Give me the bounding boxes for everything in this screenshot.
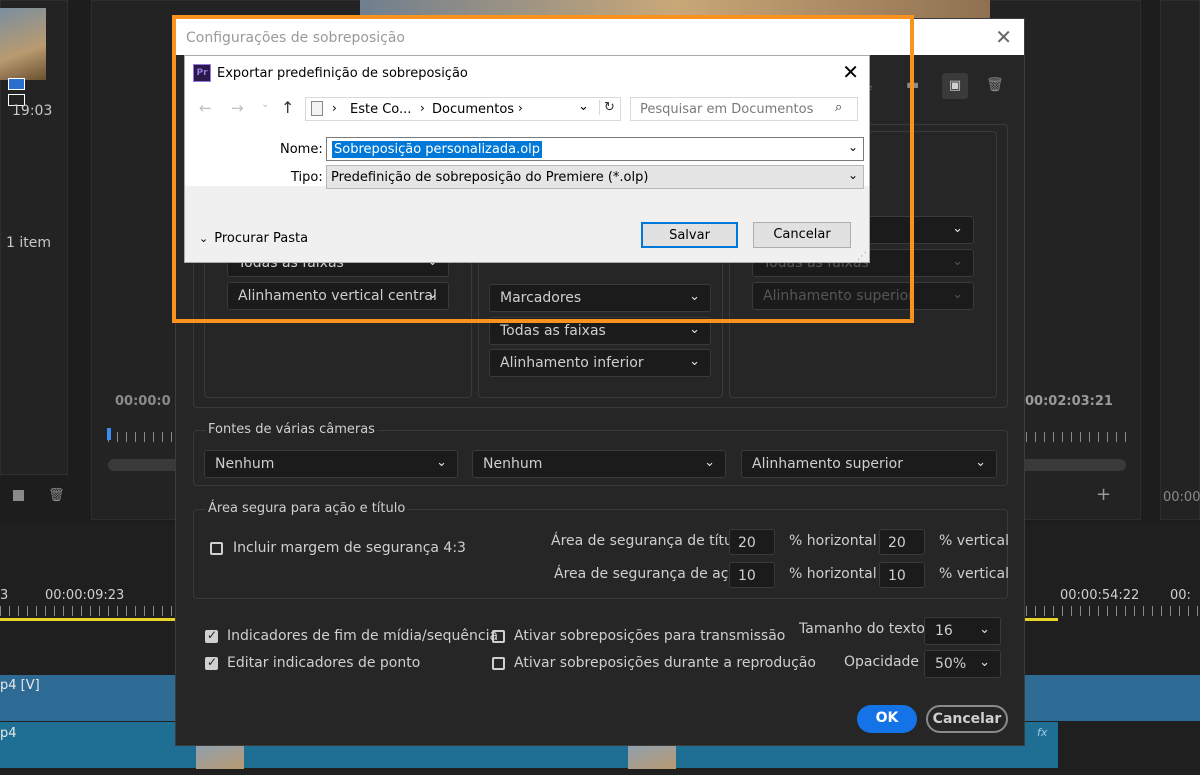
playback-label: Ativar sobreposições durante a reproduçã… (514, 655, 816, 671)
fx-badge[interactable]: fx (1037, 726, 1047, 739)
chevron-down-icon: ⌄ (689, 322, 700, 337)
opacity-label: Opacidade (844, 654, 920, 670)
chevron-down-icon: ⌄ (952, 287, 963, 302)
include-43-checkbox[interactable] (210, 542, 223, 555)
chevron-down-icon: ⌄ (952, 254, 963, 269)
multicam-select-1[interactable]: Nenhum ⌄ (204, 450, 458, 478)
items-count: 1 item (6, 235, 51, 251)
new-bin-icon[interactable] (13, 490, 24, 501)
timecode-far-right: 00:00: (1163, 490, 1200, 505)
chevron-down-icon: ⌄ (979, 655, 990, 670)
chevron-down-icon: ⌄ (704, 455, 715, 470)
select-value: Nenhum (483, 456, 543, 472)
right-panel (1160, 0, 1200, 520)
chevron-down-icon: ⌄ (436, 455, 447, 470)
select-value: 16 (935, 623, 953, 639)
annotation-highlight (172, 15, 914, 323)
delete-preset-icon[interactable]: 🗑 (986, 77, 1004, 93)
clip-duration: 19:03 (12, 103, 53, 119)
edit-indicators-checkbox[interactable] (205, 655, 218, 670)
multicam-select-3[interactable]: Alinhamento superior ⌄ (741, 450, 997, 478)
select-value: Alinhamento inferior (500, 355, 644, 371)
timeline-tc-b: 00:00:09:23 (45, 588, 125, 603)
broadcast-checkbox[interactable] (492, 630, 505, 643)
timeline-tc-d: 00: (1170, 588, 1191, 603)
title-safe-h-input[interactable]: 20 (729, 529, 775, 555)
multicam-label: Fontes de várias câmeras (206, 422, 377, 437)
select-value: Alinhamento superior (752, 456, 903, 472)
clip-badges (8, 78, 46, 106)
select-value: 50% (935, 656, 967, 672)
action-h-unit: % horizontal (789, 566, 877, 582)
clip-thumb-2 (628, 745, 676, 769)
add-button-icon[interactable]: + (1096, 484, 1111, 505)
chevron-down-icon: ⌄ (952, 221, 963, 236)
clip-thumb-1 (196, 745, 244, 769)
action-safe-h-input[interactable]: 10 (729, 562, 775, 588)
select-value: Nenhum (215, 456, 275, 472)
playback-checkbox[interactable] (492, 657, 505, 670)
safe-area-label: Área segura para ação e título (206, 501, 408, 516)
track-label-audio: p4 (0, 726, 17, 741)
clip-thumbnail[interactable] (0, 8, 46, 80)
action-safe-v-input[interactable]: 10 (879, 562, 925, 588)
ok-button[interactable]: OK (857, 705, 917, 733)
broadcast-label: Ativar sobreposições para transmissão (514, 628, 786, 644)
select-value: Todas as faixas (500, 323, 606, 339)
trash-icon[interactable]: 🗑 (48, 488, 65, 503)
text-size-label: Tamanho do texto (799, 621, 925, 637)
edit-indicators-label: Editar indicadores de ponto (227, 655, 421, 671)
action-safe-label: Área de segurança de ação (554, 566, 746, 582)
end-indicators-label: Indicadores de fim de mídia/sequência (227, 628, 499, 644)
opacity-select[interactable]: 50% ⌄ (924, 650, 1001, 678)
save-preset-icon[interactable]: ▣ (942, 73, 968, 99)
text-size-select[interactable]: 16 ⌄ (924, 617, 1001, 645)
end-indicators-checkbox[interactable] (205, 628, 218, 643)
track-label-video: p4 [V] (0, 678, 40, 693)
align-select-col2[interactable]: Alinhamento inferior ⌄ (489, 349, 711, 377)
cancel-button[interactable]: Cancelar (926, 705, 1008, 733)
timeline-tc-c: 00:00:54:22 (1060, 588, 1140, 603)
chevron-down-icon: ⌄ (979, 622, 990, 637)
title-safe-label: Área de segurança de título (551, 533, 746, 549)
title-safe-v-input[interactable]: 20 (879, 529, 925, 555)
title-v-unit: % vertical (939, 533, 1009, 549)
timecode-current: 00:00:0 (115, 394, 171, 409)
title-h-unit: % horizontal (789, 533, 877, 549)
multicam-select-2[interactable]: Nenhum ⌄ (472, 450, 726, 478)
action-v-unit: % vertical (939, 566, 1009, 582)
chevron-down-icon: ⌄ (689, 354, 700, 369)
close-icon[interactable]: ✕ (995, 25, 1012, 49)
timecode-duration: 00:02:03:21 (1025, 394, 1113, 409)
chevron-down-icon: ⌄ (975, 455, 986, 470)
playhead-marker[interactable] (107, 428, 111, 440)
timeline-tc-a: 3 (0, 588, 9, 603)
include-43-label: Incluir margem de segurança 4:3 (233, 540, 466, 556)
